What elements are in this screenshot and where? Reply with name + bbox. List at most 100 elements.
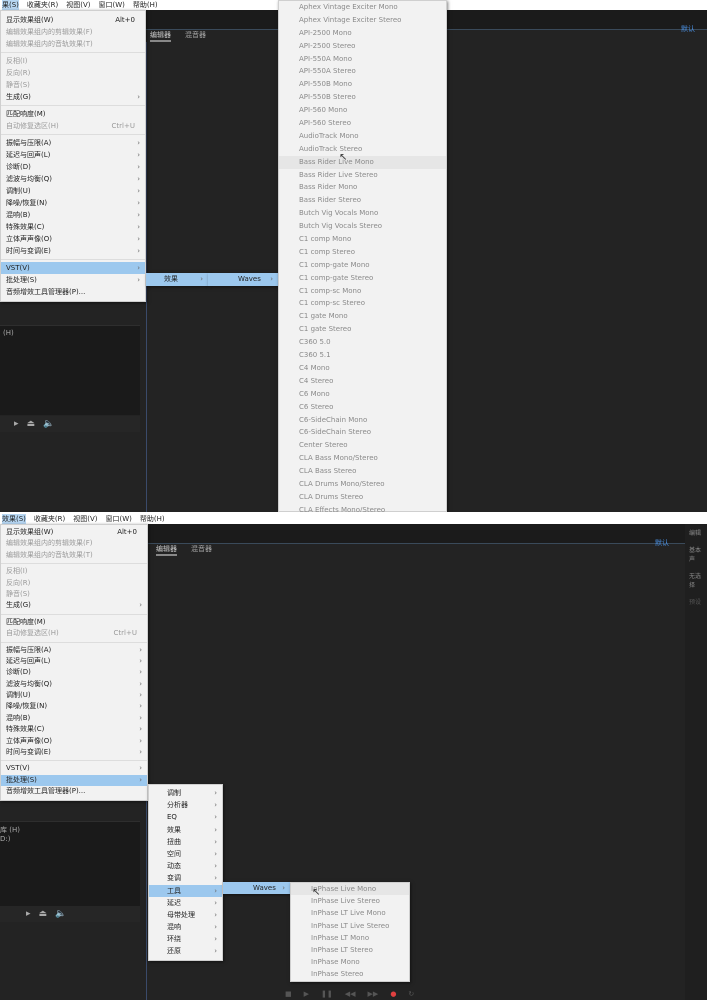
tab-mixer[interactable]: 混音器 [191, 544, 212, 556]
menubar-item[interactable]: 帮助(H) [133, 0, 158, 10]
play-icon[interactable]: ▸ [26, 909, 31, 919]
menu-item[interactable]: 编辑效果组内的音轨效果(T) [1, 38, 145, 50]
plugin-item[interactable]: C1 comp-gate Mono [279, 259, 446, 272]
plugin-item[interactable]: C6-SideChain Stereo [279, 426, 446, 439]
menu-item[interactable]: 显示效果组(W) Alt+0 [1, 14, 145, 26]
tab-editor[interactable]: 编辑器 [156, 544, 177, 556]
menu-item[interactable]: EQ › [149, 811, 222, 823]
menu-item[interactable]: 编辑效果组内的音轨效果(T) [1, 550, 147, 561]
menu-item[interactable]: 特殊效果(C) › [1, 724, 147, 735]
plugin-item[interactable]: C360 5.1 [279, 349, 446, 362]
menubar-item[interactable]: 窗口(W) [99, 0, 125, 10]
menubar-item[interactable]: 果(S) [2, 0, 19, 10]
menu-item[interactable]: 静音(S) [1, 589, 147, 600]
volume-icon[interactable]: 🔈 [55, 909, 66, 919]
plugin-item[interactable]: Butch Vig Vocals Stereo [279, 220, 446, 233]
export-icon[interactable]: ⏏ [39, 909, 48, 919]
menu-item[interactable]: 生成(G) › [1, 91, 145, 103]
menubar-item[interactable]: 帮助(H) [140, 514, 165, 524]
menu-item[interactable]: 编辑效果组内的剪辑效果(F) [1, 26, 145, 38]
menubar-item[interactable]: 视图(V) [73, 514, 97, 524]
menu-item[interactable]: 调制(U) › [1, 690, 147, 701]
menubar-item[interactable]: 窗口(W) [106, 514, 132, 524]
plugin-item[interactable]: InPhase Stereo [291, 968, 409, 980]
menu-item[interactable]: 空间 › [149, 848, 222, 860]
plugin-item[interactable]: CLA Bass Stereo [279, 465, 446, 478]
plugin-item[interactable]: CLA Drums Mono/Stereo [279, 478, 446, 491]
plugin-item[interactable]: API-560 Mono [279, 104, 446, 117]
loop-icon[interactable]: ↻ [408, 990, 414, 998]
menu-item[interactable]: VST(V) › [1, 763, 147, 774]
plugin-item[interactable]: C360 5.0 [279, 336, 446, 349]
plugin-item[interactable]: API-550B Stereo [279, 91, 446, 104]
menu-item[interactable]: 反相(I) [1, 566, 147, 577]
plugin-item[interactable]: API-550B Mono [279, 78, 446, 91]
plugin-item[interactable]: InPhase LT Stereo [291, 944, 409, 956]
plugin-item[interactable]: C1 gate Stereo [279, 323, 446, 336]
plugin-item[interactable]: Butch Vig Vocals Mono [279, 207, 446, 220]
export-icon[interactable]: ⏏ [27, 419, 36, 429]
play-icon[interactable]: ▶ [304, 990, 309, 998]
plugin-item[interactable]: Bass Rider Mono [279, 181, 446, 194]
menu-item[interactable]: 时间与变调(E) › [1, 245, 145, 257]
plugin-item[interactable]: CLA Bass Mono/Stereo [279, 452, 446, 465]
menu-item[interactable]: 振幅与压限(A) › [1, 645, 147, 656]
forward-icon[interactable]: ▶▶ [368, 990, 379, 998]
menu-item[interactable]: 特殊效果(C) › [1, 221, 145, 233]
menu-item[interactable]: 降噪/恢复(N) › [1, 197, 145, 209]
menu-item[interactable]: 静音(S) [1, 79, 145, 91]
menu-item[interactable]: 延迟与回声(L) › [1, 149, 145, 161]
menu-item[interactable]: 延迟 › [149, 897, 222, 909]
plugin-item[interactable]: C1 comp Mono [279, 233, 446, 246]
plugin-item[interactable]: Aphex Vintage Exciter Stereo [279, 14, 446, 27]
plugin-item[interactable]: CLA Drums Stereo [279, 491, 446, 504]
plugin-item[interactable]: C1 comp-sc Stereo [279, 297, 446, 310]
stop-icon[interactable]: ■ [285, 990, 292, 998]
menu-item[interactable]: 滤波与均衡(Q) › [1, 173, 145, 185]
menu-item[interactable]: 环绕 › [149, 933, 222, 945]
plugin-item[interactable]: C1 comp-gate Stereo [279, 272, 446, 285]
menu-item[interactable]: 时间与变调(E) › [1, 747, 147, 758]
plugin-item[interactable]: Aphex Vintage Exciter Mono [279, 1, 446, 14]
plugin-item[interactable]: API-560 Stereo [279, 117, 446, 130]
menu-item[interactable]: 匹配响度(M) [1, 617, 147, 628]
menu-item[interactable]: 自动修复选区(H) Ctrl+U [1, 628, 147, 639]
plugin-item[interactable]: C4 Mono [279, 362, 446, 375]
plugin-item[interactable]: AudioTrack Mono [279, 130, 446, 143]
plugin-item[interactable]: API-2500 Stereo [279, 40, 446, 53]
menu-item[interactable]: 反向(R) [1, 578, 147, 589]
plugin-item[interactable]: AudioTrack Stereo [279, 143, 446, 156]
plugin-item[interactable]: Bass Rider Live Stereo [279, 169, 446, 182]
menu-item[interactable]: 调制(U) › [1, 185, 145, 197]
plugin-item[interactable]: API-550A Stereo [279, 65, 446, 78]
plugin-item[interactable]: CLA Effects Mono/Stereo [279, 504, 446, 512]
menu-item[interactable]: Waves › [223, 882, 290, 895]
menubar-item[interactable]: 效果(S) [2, 514, 26, 524]
plugin-item[interactable]: C6 Mono [279, 388, 446, 401]
rewind-icon[interactable]: ◀◀ [345, 990, 356, 998]
plugin-item[interactable]: InPhase LT Mono [291, 932, 409, 944]
menu-item[interactable]: 混响(B) › [1, 713, 147, 724]
menu-item[interactable]: 滤波与均衡(Q) › [1, 679, 147, 690]
menu-item[interactable]: Waves › [208, 273, 278, 286]
record-icon[interactable]: ● [390, 990, 396, 998]
volume-icon[interactable]: 🔈 [43, 419, 54, 429]
menu-item[interactable]: 诊断(D) › [1, 161, 145, 173]
menu-item[interactable]: 音频增效工具管理器(P)... [1, 286, 145, 298]
plugin-item[interactable]: Center Stereo [279, 439, 446, 452]
menu-item[interactable]: 立体声声像(O) › [1, 233, 145, 245]
menu-item[interactable]: 生成(G) › [1, 600, 147, 611]
menu-item[interactable]: 效果 › [146, 273, 208, 286]
menu-item[interactable]: 立体声声像(O) › [1, 736, 147, 747]
menu-item[interactable]: 反相(I) [1, 55, 145, 67]
menu-item[interactable]: 混响(B) › [1, 209, 145, 221]
menu-item[interactable]: 显示效果组(W) Alt+0 [1, 527, 147, 538]
menu-item[interactable]: 匹配响度(M) [1, 108, 145, 120]
menubar-item[interactable]: 收藏夹(R) [34, 514, 65, 524]
workspace-default[interactable]: 默认 [681, 24, 695, 34]
plugin-item[interactable]: API-2500 Mono [279, 27, 446, 40]
plugin-item[interactable]: InPhase Live Stereo [291, 895, 409, 907]
menu-item[interactable]: 音频增效工具管理器(P)... [1, 786, 147, 797]
menu-item[interactable]: 编辑效果组内的剪辑效果(F) [1, 538, 147, 549]
workspace-default[interactable]: 默认 [655, 538, 669, 548]
